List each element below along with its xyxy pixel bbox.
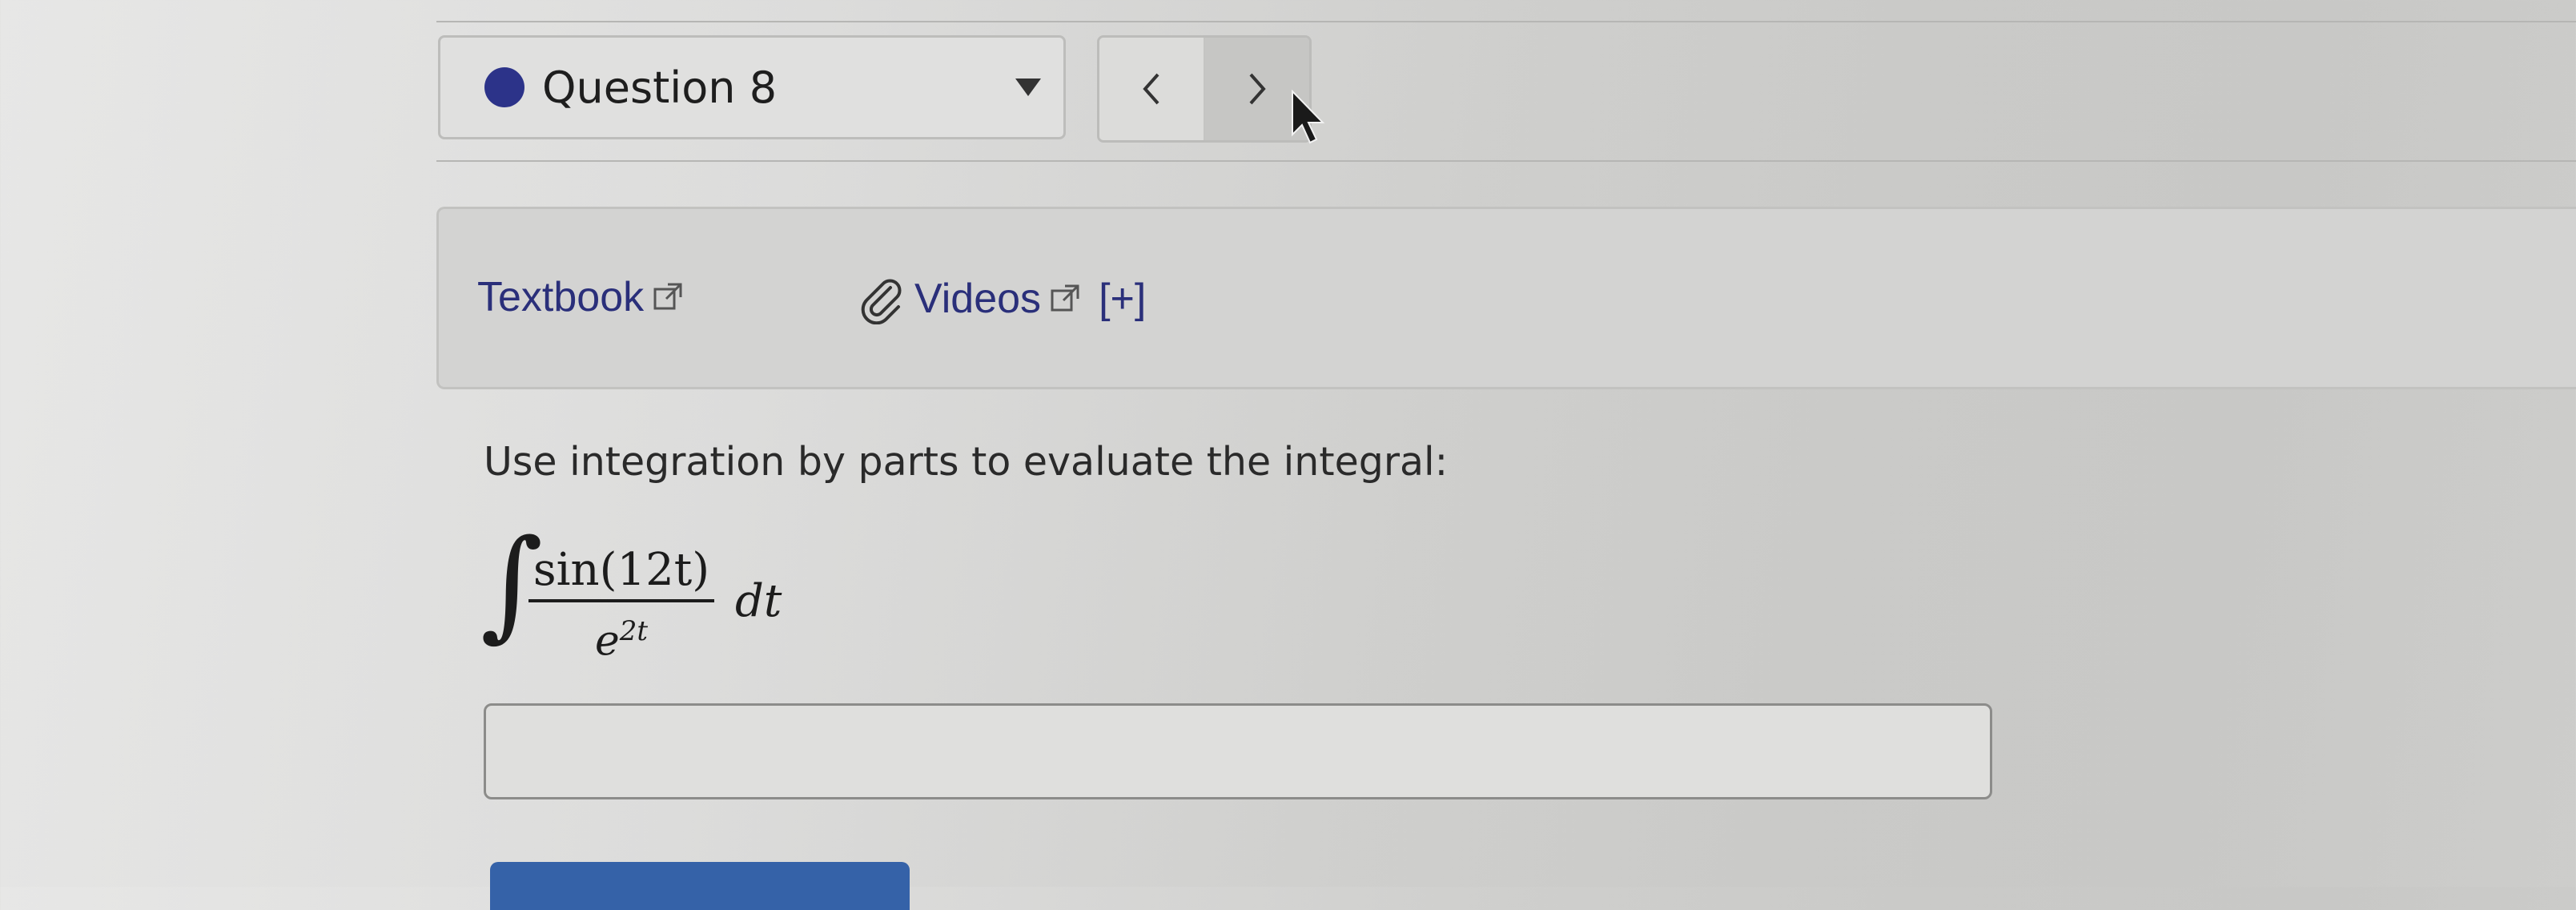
integrand-numerator: sin(12t) <box>532 544 710 596</box>
top-divider <box>436 21 2576 22</box>
question-navigation <box>1097 35 1312 143</box>
videos-link[interactable]: Videos <box>914 275 1081 323</box>
question-label: Question 8 <box>542 62 778 113</box>
integrand-fraction: sin(12t) e2t <box>528 545 714 665</box>
integrand-denominator: e2t <box>528 607 714 665</box>
textbook-label: Textbook <box>477 274 645 320</box>
differential: dt <box>735 575 782 627</box>
problem-prompt: Use integration by parts to evaluate the… <box>484 439 1449 485</box>
textbook-link[interactable]: Textbook <box>477 273 684 321</box>
fraction-bar <box>528 599 714 602</box>
question-status-dot <box>484 67 524 107</box>
submit-button[interactable] <box>490 862 910 910</box>
denominator-exponent: 2t <box>619 615 649 647</box>
denominator-base: e <box>594 617 620 666</box>
external-link-icon <box>1051 284 1079 312</box>
chevron-right-icon <box>1249 73 1266 105</box>
integral-expression: ∫ sin(12t) e2t dt <box>480 524 817 682</box>
header-divider <box>436 160 2576 162</box>
mouse-cursor-icon <box>1292 90 1325 144</box>
question-selector[interactable]: Question 8 <box>438 35 1066 139</box>
chevron-left-icon <box>1143 73 1159 105</box>
videos-label: Videos <box>914 276 1042 322</box>
resources-panel: Textbook Videos [+] <box>436 207 2576 389</box>
expand-videos-link[interactable]: [+] <box>1099 275 1146 323</box>
caret-down-icon[interactable] <box>1015 79 1041 96</box>
paperclip-icon <box>861 279 902 324</box>
previous-question-button[interactable] <box>1099 38 1205 140</box>
external-link-icon <box>653 283 682 310</box>
videos-resource: Videos [+] <box>855 273 1146 324</box>
answer-input[interactable] <box>484 703 1992 799</box>
